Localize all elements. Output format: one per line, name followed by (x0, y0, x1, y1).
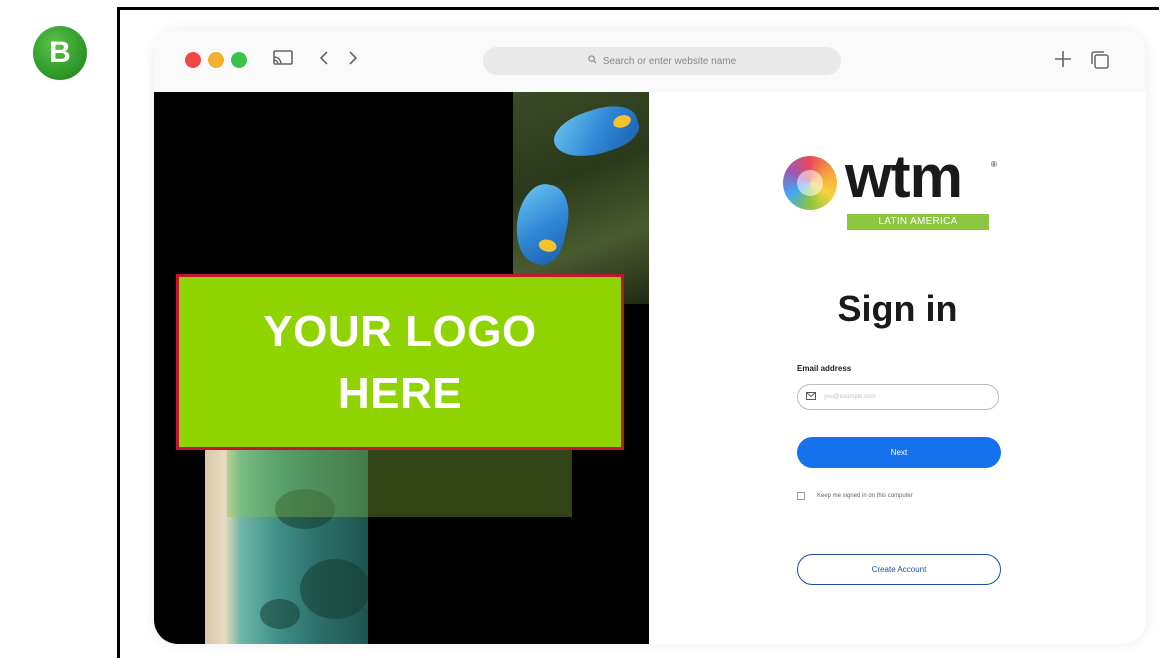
address-placeholder: Search or enter website name (602, 55, 737, 67)
cast-icon[interactable] (272, 49, 294, 71)
keep-signed-in-label: Keep me signed in on this computer (817, 493, 913, 499)
address-bar[interactable]: Search or enter website name (483, 47, 841, 75)
globe-icon (783, 156, 837, 210)
search-icon (588, 55, 597, 67)
maximize-dot[interactable] (231, 52, 247, 68)
email-field[interactable]: you@example.com (797, 384, 999, 410)
placeholder-line-1: YOUR LOGO (263, 307, 537, 356)
brand-word: wtm (845, 143, 963, 210)
page-title: Sign in (837, 288, 958, 329)
minimize-dot[interactable] (208, 52, 224, 68)
back-icon[interactable] (318, 49, 330, 71)
letter-b-badge: B (33, 26, 87, 80)
browser-toolbar: Search or enter website name (154, 30, 1146, 93)
logo-placeholder-box: YOUR LOGO HERE (176, 274, 624, 450)
tabs-icon[interactable] (1089, 49, 1111, 75)
new-tab-icon[interactable] (1053, 49, 1073, 73)
brand-subtitle: LATIN AMERICA (847, 214, 989, 230)
forward-icon[interactable] (347, 49, 359, 71)
badge-letter: B (49, 36, 71, 69)
email-label: Email address (797, 364, 852, 373)
keep-signed-in-row[interactable]: Keep me signed in on this computer (797, 492, 913, 500)
parrot-photo (513, 92, 649, 304)
signin-panel: wtm ® LATIN AMERICA Sign in Email addres… (649, 92, 1146, 644)
envelope-icon (806, 391, 816, 403)
placeholder-line-2: HERE (337, 369, 463, 418)
email-placeholder: you@example.com (824, 394, 876, 400)
registered-mark: ® (991, 160, 997, 169)
close-dot[interactable] (185, 52, 201, 68)
keep-signed-in-checkbox[interactable] (797, 492, 805, 500)
create-account-button[interactable]: Create Account (797, 554, 1001, 585)
next-button[interactable]: Next (797, 437, 1001, 468)
wtm-logo: wtm ® LATIN AMERICA (783, 143, 1003, 234)
